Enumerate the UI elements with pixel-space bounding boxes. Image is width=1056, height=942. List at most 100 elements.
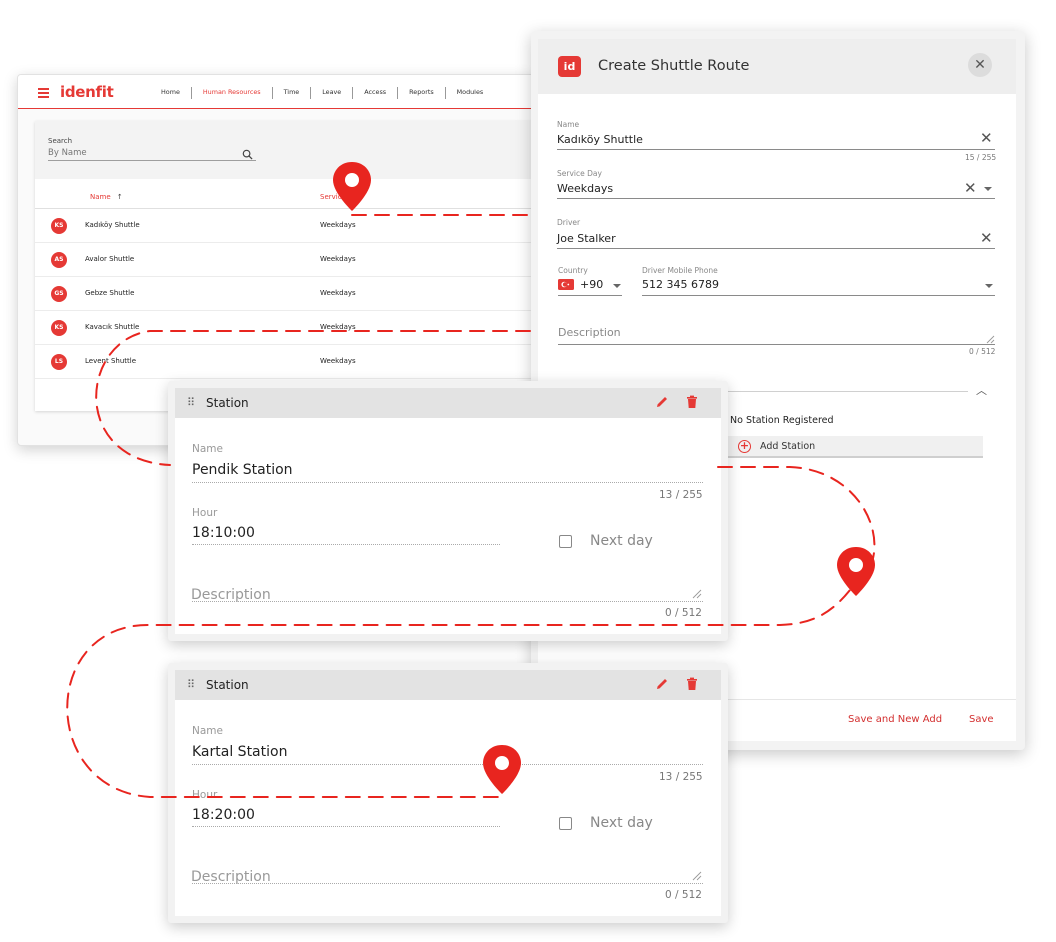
table-row[interactable]: LS Levent Shuttle Weekdays xyxy=(35,345,536,379)
name-label: Name xyxy=(557,120,580,129)
delete-icon[interactable] xyxy=(685,676,699,692)
avatar: AS xyxy=(51,252,67,268)
nav-human-resources[interactable]: Human Resources xyxy=(192,87,273,99)
clear-service-day-icon[interactable]: ✕ xyxy=(964,179,977,197)
resize-handle-icon[interactable] xyxy=(692,871,702,881)
row-name: Kavacık Shuttle xyxy=(85,323,140,331)
station-card-header: ⠿ Station xyxy=(175,670,721,700)
app-logo[interactable]: idenfit xyxy=(60,83,114,101)
country-underline xyxy=(558,295,622,296)
shuttle-table-card: Search Name ↑ Service Day KS Kadıköy Shu… xyxy=(35,121,536,411)
search-label: Search xyxy=(48,137,73,145)
name-field[interactable]: Kadıköy Shuttle xyxy=(557,133,643,146)
station-name-field[interactable]: Pendik Station xyxy=(192,462,293,478)
hour-label: Hour xyxy=(192,789,218,801)
station-name-underline xyxy=(192,764,703,765)
phone-field[interactable]: 512 345 6789 xyxy=(642,278,719,291)
nav-reports[interactable]: Reports xyxy=(398,87,446,99)
search-icon[interactable] xyxy=(242,149,253,160)
resize-handle-icon[interactable] xyxy=(986,335,995,344)
close-icon[interactable]: ✕ xyxy=(968,53,992,77)
edit-icon[interactable] xyxy=(655,394,669,410)
description-field[interactable]: Description xyxy=(558,326,621,339)
search-input[interactable] xyxy=(48,146,256,161)
delete-icon[interactable] xyxy=(685,394,699,410)
chevron-up-icon[interactable]: ︿ xyxy=(976,382,987,398)
next-day-checkbox[interactable] xyxy=(559,535,572,548)
add-station-button[interactable]: + Add Station xyxy=(728,436,983,458)
station-card: ⠿ Station Name Kartal Station 13 / 255 H… xyxy=(168,663,728,923)
table-row[interactable]: AS Avalor Shuttle Weekdays xyxy=(35,243,536,277)
avatar: GS xyxy=(51,286,67,302)
chevron-down-icon[interactable] xyxy=(985,284,993,288)
row-service-day: Weekdays xyxy=(320,289,356,297)
station-name-char-count: 13 / 255 xyxy=(659,489,703,501)
column-header-name[interactable]: Name ↑ xyxy=(90,193,123,201)
station-description-char-count: 0 / 512 xyxy=(665,607,702,619)
station-card-body: ⠿ Station Name Kartal Station 13 / 255 H… xyxy=(175,670,721,916)
table-row[interactable]: KS Kavacık Shuttle Weekdays xyxy=(35,311,536,345)
row-service-day: Weekdays xyxy=(320,323,356,331)
save-button[interactable]: Save xyxy=(969,714,994,725)
nav-time[interactable]: Time xyxy=(273,87,312,99)
dialog-title: Create Shuttle Route xyxy=(598,58,750,74)
name-underline xyxy=(557,149,995,150)
filter-area: Search xyxy=(35,121,536,179)
row-name: Avalor Shuttle xyxy=(85,255,135,263)
stations-divider xyxy=(728,391,968,392)
station-card-body: ⠿ Station Name Pendik Station 13 / 255 H… xyxy=(175,388,721,634)
column-header-service-day[interactable]: Service Day xyxy=(320,193,362,201)
station-card: ⠿ Station Name Pendik Station 13 / 255 H… xyxy=(168,381,728,641)
resize-handle-icon[interactable] xyxy=(692,589,702,599)
nav-home[interactable]: Home xyxy=(150,87,192,99)
phone-underline xyxy=(642,295,995,296)
description-underline xyxy=(558,344,995,345)
sort-arrow-up-icon[interactable]: ↑ xyxy=(117,193,123,201)
station-description-underline xyxy=(192,601,703,602)
hour-underline xyxy=(192,544,500,545)
table-row[interactable]: GS Gebze Shuttle Weekdays xyxy=(35,277,536,311)
service-day-select[interactable]: Weekdays xyxy=(557,182,613,195)
turkey-flag-icon xyxy=(558,279,574,290)
hour-field[interactable]: 18:10:00 xyxy=(192,525,255,541)
hour-field[interactable]: 18:20:00 xyxy=(192,807,255,823)
driver-underline xyxy=(557,248,995,249)
chevron-down-icon[interactable] xyxy=(613,284,621,288)
row-service-day: Weekdays xyxy=(320,357,356,365)
station-card-header: ⠿ Station xyxy=(175,388,721,418)
station-name-field[interactable]: Kartal Station xyxy=(192,744,287,760)
clear-driver-icon[interactable]: ✕ xyxy=(980,229,993,247)
row-service-day: Weekdays xyxy=(320,255,356,263)
station-description-underline xyxy=(192,883,703,884)
nav-leave[interactable]: Leave xyxy=(311,87,354,99)
menu-icon[interactable] xyxy=(38,88,49,98)
drag-handle-icon[interactable]: ⠿ xyxy=(187,396,195,409)
table-row[interactable]: KS Kadıköy Shuttle Weekdays xyxy=(35,209,536,243)
station-name-char-count: 13 / 255 xyxy=(659,771,703,783)
add-circle-icon: + xyxy=(738,439,751,453)
add-station-label: Add Station xyxy=(760,441,816,452)
country-label: Country xyxy=(558,266,588,275)
app-badge-icon: id xyxy=(558,56,581,77)
avatar: KS xyxy=(51,320,67,336)
driver-select[interactable]: Joe Stalker xyxy=(557,232,616,245)
country-code-select[interactable]: +90 xyxy=(580,278,603,291)
drag-handle-icon[interactable]: ⠿ xyxy=(187,678,195,691)
phone-label: Driver Mobile Phone xyxy=(642,266,718,275)
column-header-name-label: Name xyxy=(90,193,111,201)
save-and-new-button[interactable]: Save and New Add xyxy=(848,714,942,725)
row-service-day: Weekdays xyxy=(320,221,356,229)
nav-access[interactable]: Access xyxy=(353,87,399,99)
clear-name-icon[interactable]: ✕ xyxy=(980,129,993,147)
station-title: Station xyxy=(206,396,249,410)
nav-modules[interactable]: Modules xyxy=(446,87,495,99)
service-day-underline xyxy=(557,198,995,199)
next-day-label: Next day xyxy=(590,533,653,549)
edit-icon[interactable] xyxy=(655,676,669,692)
station-title: Station xyxy=(206,678,249,692)
main-nav: Home Human Resources Time Leave Access R… xyxy=(150,87,494,99)
next-day-checkbox[interactable] xyxy=(559,817,572,830)
row-name: Gebze Shuttle xyxy=(85,289,135,297)
chevron-down-icon[interactable] xyxy=(984,187,992,191)
hour-underline xyxy=(192,826,500,827)
